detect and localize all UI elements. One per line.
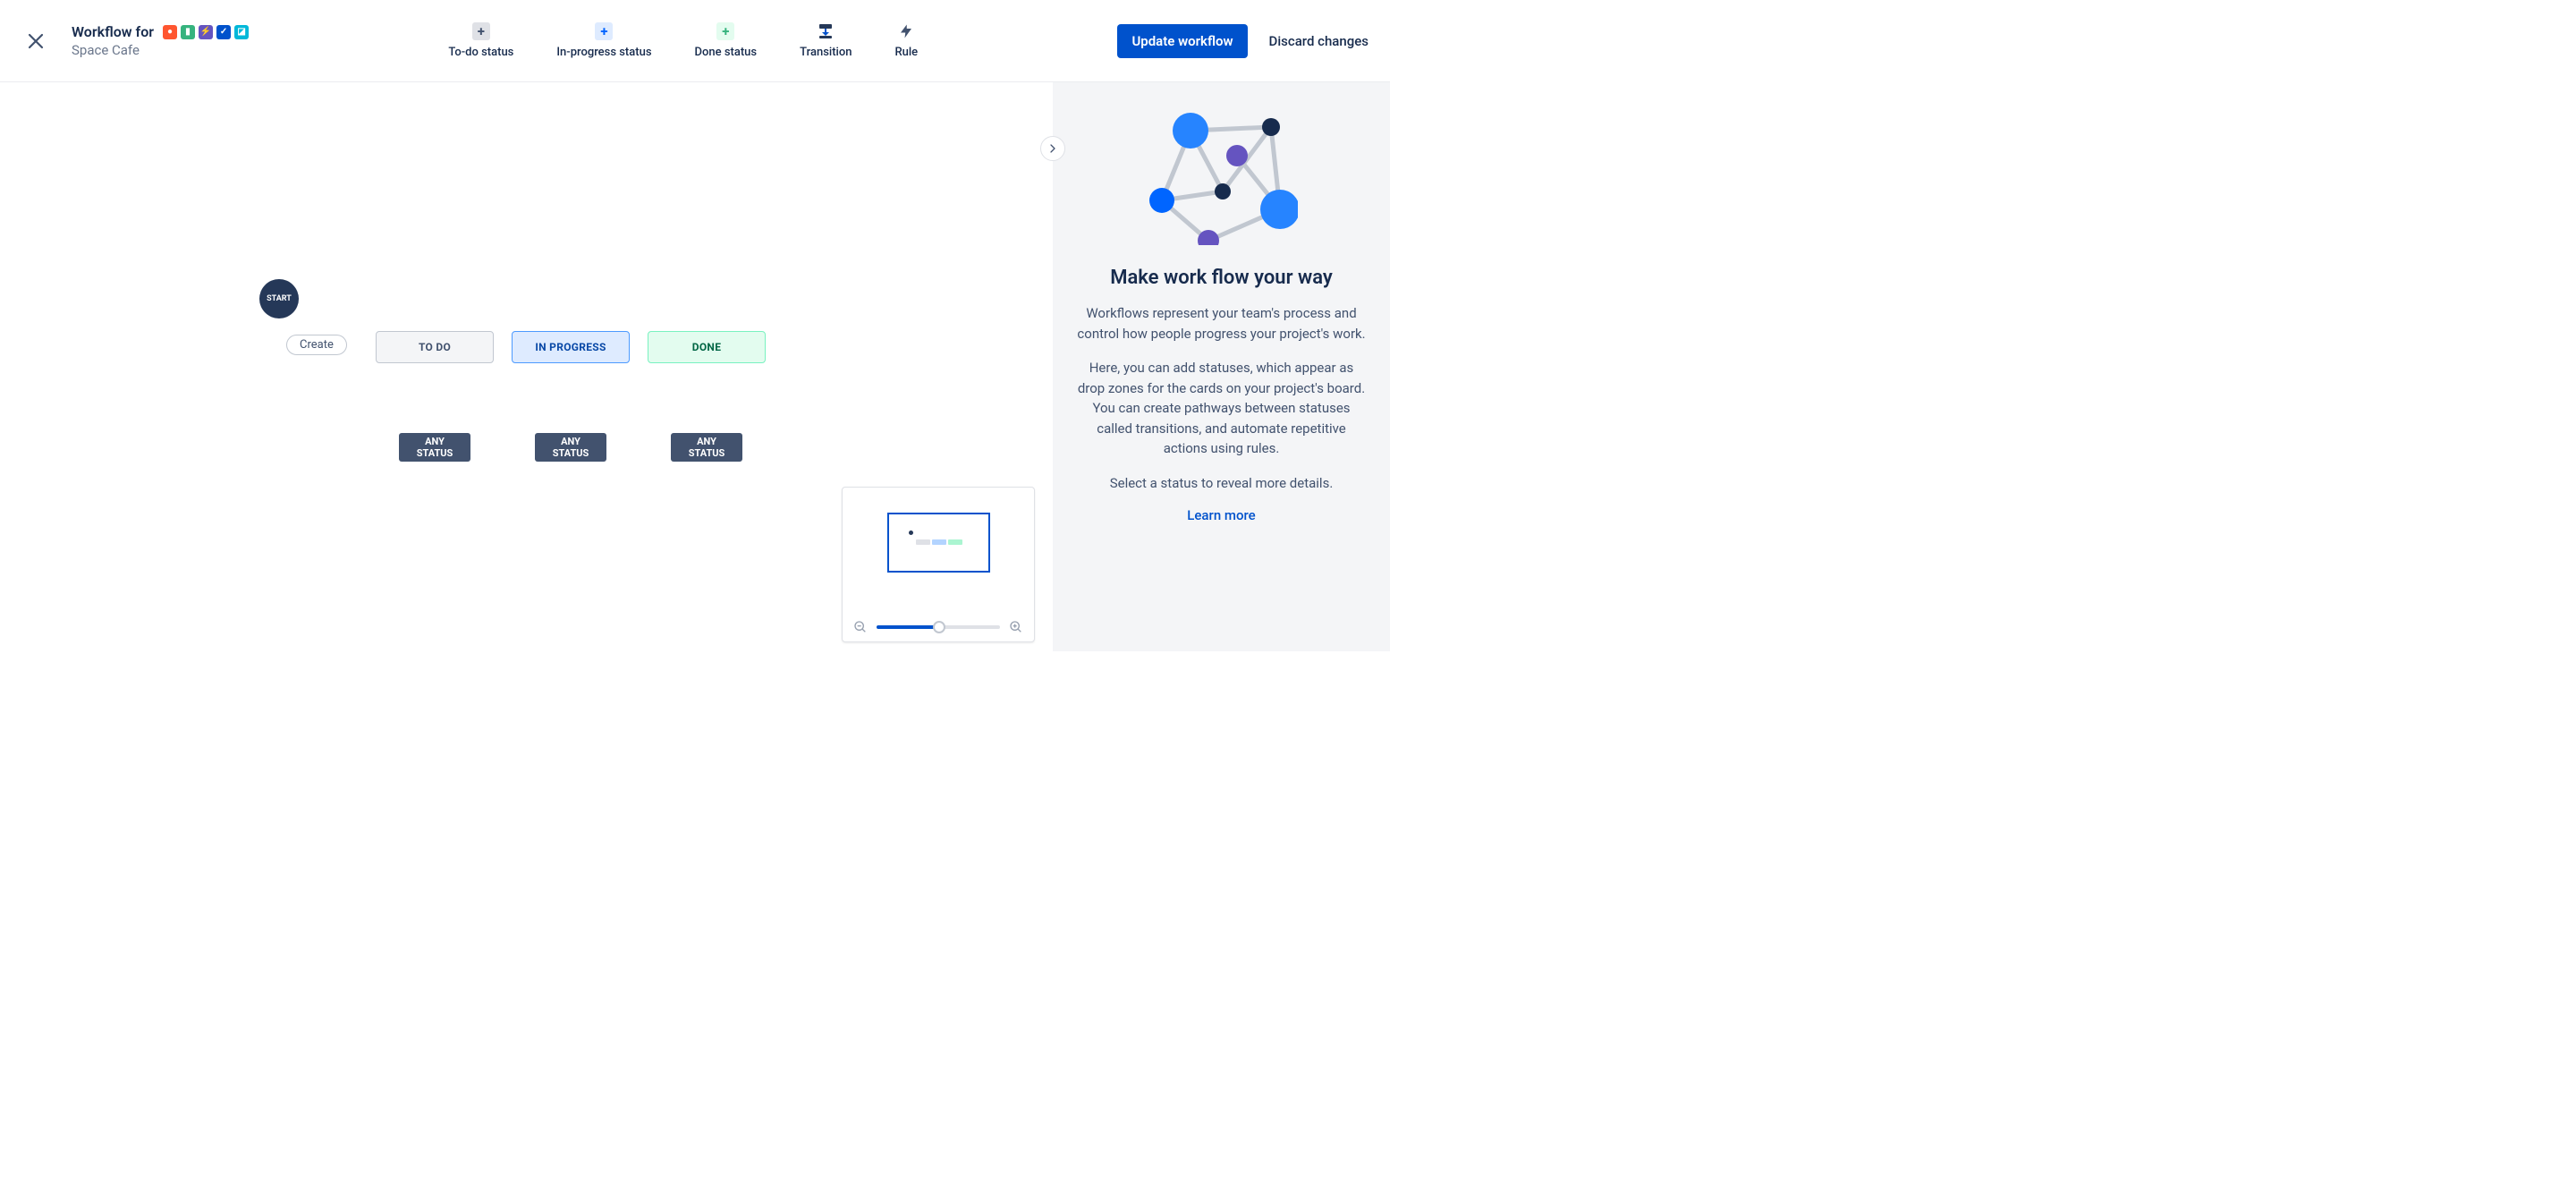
status-in-progress[interactable]: IN PROGRESS: [512, 331, 630, 363]
tool-label: In-progress status: [556, 46, 651, 59]
plus-icon: +: [716, 22, 734, 40]
story-icon: ▮: [181, 25, 195, 39]
minimap-status-bar: [932, 539, 946, 545]
help-title: Make work flow your way: [1074, 267, 1368, 289]
learn-more-link[interactable]: Learn more: [1074, 507, 1368, 523]
help-panel: Make work flow your way Workflows repres…: [1053, 82, 1390, 651]
plus-icon: +: [595, 22, 613, 40]
workflow-canvas[interactable]: START Create TO DO IN PROGRESS DONE ANY …: [0, 82, 1053, 651]
zoom-out-icon: [853, 620, 868, 634]
subtask-icon: ◪: [234, 25, 249, 39]
help-text: Here, you can add statuses, which appear…: [1074, 358, 1368, 459]
any-status-transition[interactable]: ANY STATUS: [671, 433, 742, 462]
close-icon: [25, 30, 47, 52]
status-todo[interactable]: TO DO: [376, 331, 494, 363]
project-subtitle: Space Cafe: [72, 42, 249, 58]
header-actions: Update workflow Discard changes: [1117, 24, 1368, 58]
collapse-panel-button[interactable]: [1040, 136, 1065, 161]
minimap: [842, 487, 1035, 642]
zoom-controls: [848, 618, 1029, 636]
minimap-viewport[interactable]: [887, 513, 990, 573]
tool-label: Rule: [894, 46, 918, 59]
bug-icon: ●: [163, 25, 177, 39]
add-todo-status-button[interactable]: + To-do status: [448, 22, 513, 59]
tool-label: Transition: [800, 46, 852, 59]
zoom-in-icon: [1009, 620, 1023, 634]
add-inprogress-status-button[interactable]: + In-progress status: [556, 22, 651, 59]
plus-icon: +: [472, 22, 490, 40]
issue-type-icons: ● ▮ ⚡ ✓ ◪: [163, 25, 249, 39]
workflow-title: Workflow for: [72, 23, 154, 40]
help-text: Select a status to reveal more details.: [1074, 473, 1368, 494]
tool-label: Done status: [695, 46, 758, 59]
add-rule-button[interactable]: Rule: [894, 22, 918, 59]
epic-icon: ⚡: [199, 25, 213, 39]
zoom-in-button[interactable]: [1007, 618, 1025, 636]
workflow-illustration: [1146, 111, 1298, 245]
tool-label: To-do status: [448, 46, 513, 59]
transition-icon: [817, 22, 835, 40]
task-icon: ✓: [216, 25, 231, 39]
close-button[interactable]: [21, 27, 50, 55]
start-node[interactable]: START: [259, 279, 299, 318]
create-transition[interactable]: Create: [286, 335, 347, 355]
title-block: Workflow for ● ▮ ⚡ ✓ ◪ Space Cafe: [72, 23, 249, 58]
chevron-right-icon: [1047, 143, 1058, 154]
minimap-status-bar: [916, 539, 930, 545]
update-workflow-button[interactable]: Update workflow: [1117, 24, 1247, 58]
zoom-slider[interactable]: [877, 625, 1000, 629]
editor-header: Workflow for ● ▮ ⚡ ✓ ◪ Space Cafe + To-d…: [0, 0, 1390, 82]
zoom-thumb[interactable]: [933, 621, 945, 633]
add-done-status-button[interactable]: + Done status: [695, 22, 758, 59]
zoom-out-button[interactable]: [852, 618, 869, 636]
any-status-transition[interactable]: ANY STATUS: [399, 433, 470, 462]
lightning-icon: [897, 22, 915, 40]
status-done[interactable]: DONE: [648, 331, 766, 363]
arrows-layer: [0, 82, 268, 216]
add-transition-button[interactable]: Transition: [800, 22, 852, 59]
minimap-status-bar: [948, 539, 962, 545]
minimap-start-dot: [909, 531, 913, 535]
any-status-transition[interactable]: ANY STATUS: [535, 433, 606, 462]
status-toolbar: + To-do status + In-progress status + Do…: [249, 22, 1117, 59]
help-text: Workflows represent your team's process …: [1074, 303, 1368, 344]
discard-changes-button[interactable]: Discard changes: [1269, 33, 1368, 49]
